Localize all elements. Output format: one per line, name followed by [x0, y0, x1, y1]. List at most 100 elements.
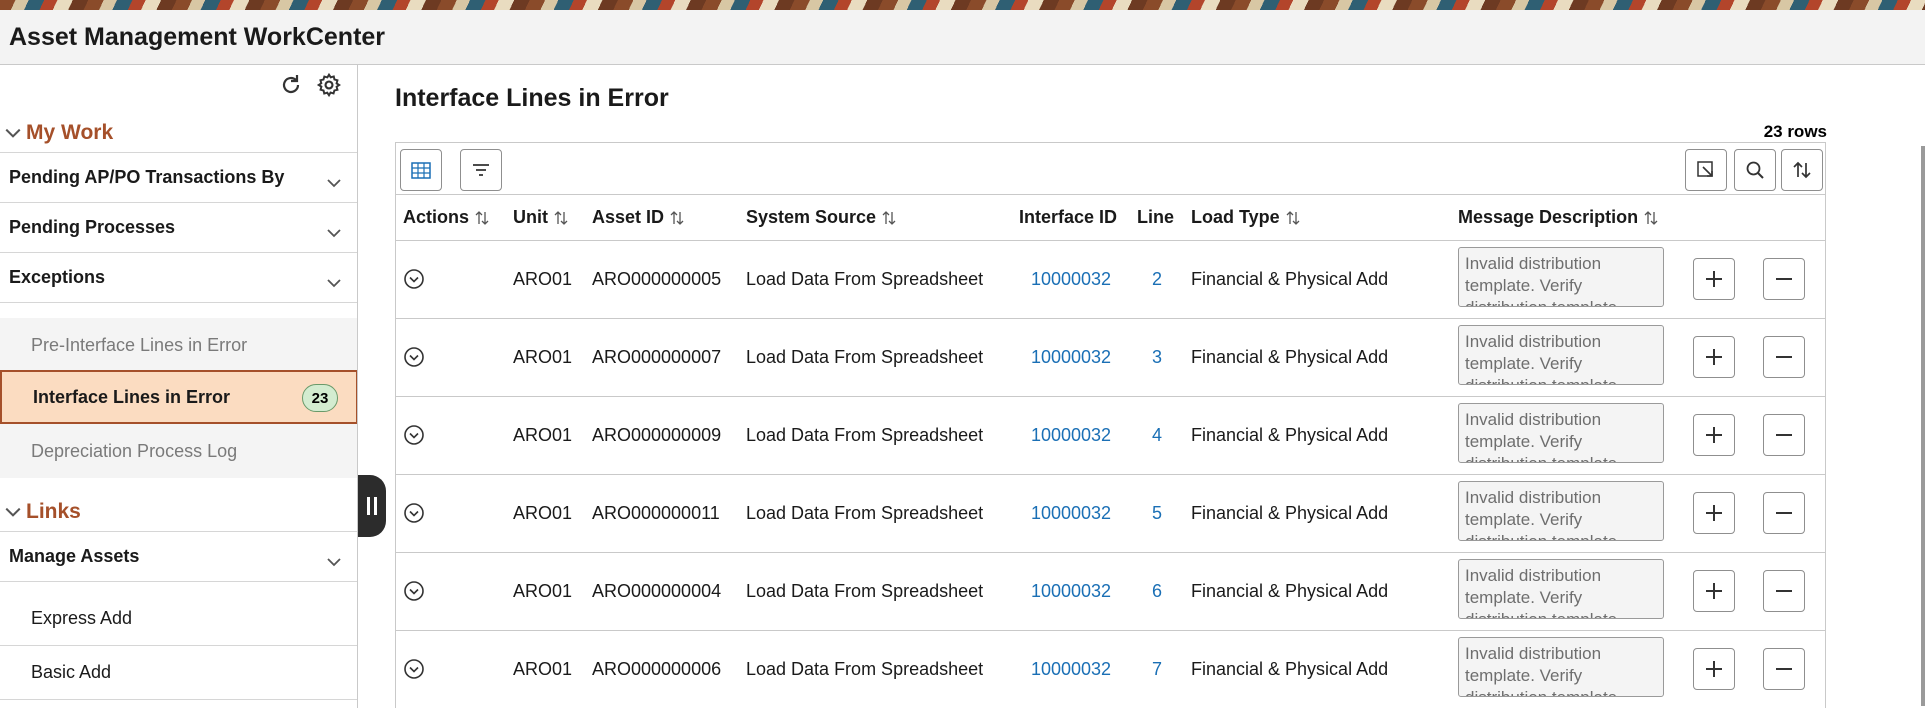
cell-load-type: Financial & Physical Add — [1184, 630, 1451, 708]
section-label: My Work — [26, 120, 114, 144]
col-message-description[interactable]: Message Description — [1451, 195, 1686, 241]
delete-row-button[interactable] — [1763, 570, 1805, 612]
col-interface-id: Interface ID — [1012, 195, 1130, 241]
sidebar-item-pre-interface-lines[interactable]: Pre-Interface Lines in Error — [0, 318, 357, 372]
table-row: ARO01 ARO000000004 Load Data From Spread… — [396, 552, 1825, 631]
delete-row-button[interactable] — [1763, 492, 1805, 534]
cell-asset-id: ARO000000007 — [585, 318, 739, 397]
cell-unit: ARO01 — [506, 240, 585, 319]
gear-icon[interactable] — [315, 71, 343, 99]
export-button[interactable] — [1685, 149, 1727, 191]
cell-load-type: Financial & Physical Add — [1184, 552, 1451, 631]
line-link[interactable]: 4 — [1152, 425, 1162, 445]
search-icon — [1746, 161, 1764, 179]
section-my-work[interactable]: My Work — [0, 113, 357, 153]
cell-system-source: Load Data From Spreadsheet — [739, 630, 1012, 708]
interface-id-link[interactable]: 10000032 — [1031, 269, 1111, 289]
message-description-field[interactable] — [1458, 558, 1664, 619]
results-grid: Actions Unit Asset ID System Source Inte… — [395, 142, 1826, 708]
group-exceptions[interactable]: Exceptions — [0, 253, 357, 303]
plus-icon — [1706, 427, 1722, 443]
line-link[interactable]: 5 — [1152, 503, 1162, 523]
line-link[interactable]: 6 — [1152, 581, 1162, 601]
cell-unit: ARO01 — [506, 552, 585, 631]
minus-icon — [1776, 434, 1792, 436]
interface-id-link[interactable]: 10000032 — [1031, 425, 1111, 445]
row-actions-icon[interactable] — [403, 502, 425, 524]
plus-icon — [1706, 505, 1722, 521]
sort-icon — [475, 211, 489, 225]
sidebar-item-basic-add[interactable]: Basic Add — [0, 646, 357, 700]
add-row-button[interactable] — [1693, 492, 1735, 534]
sidebar-item-express-add[interactable]: Express Add — [0, 592, 357, 646]
group-pending-processes[interactable]: Pending Processes — [0, 203, 357, 253]
table-row: ARO01 ARO000000011 Load Data From Spread… — [396, 474, 1825, 553]
line-link[interactable]: 7 — [1152, 659, 1162, 679]
section-label: Links — [26, 499, 81, 523]
cell-unit: ARO01 — [506, 318, 585, 397]
interface-id-link[interactable]: 10000032 — [1031, 581, 1111, 601]
sidebar-item-depreciation-log[interactable]: Depreciation Process Log — [0, 424, 357, 478]
cell-load-type: Financial & Physical Add — [1184, 396, 1451, 475]
message-description-field[interactable] — [1458, 324, 1664, 385]
add-row-button[interactable] — [1693, 258, 1735, 300]
message-description-field[interactable] — [1458, 246, 1664, 307]
row-actions-icon[interactable] — [403, 268, 425, 290]
col-unit[interactable]: Unit — [506, 195, 585, 241]
col-asset-id[interactable]: Asset ID — [585, 195, 739, 241]
row-actions-icon[interactable] — [403, 658, 425, 680]
chevron-down-icon — [5, 128, 21, 138]
section-links[interactable]: Links — [0, 492, 357, 532]
group-pending-ap-po[interactable]: Pending AP/PO Transactions By — [0, 153, 357, 203]
line-link[interactable]: 2 — [1152, 269, 1162, 289]
message-description-field[interactable] — [1458, 636, 1664, 697]
delete-row-button[interactable] — [1763, 258, 1805, 300]
delete-row-button[interactable] — [1763, 648, 1805, 690]
cell-load-type: Financial & Physical Add — [1184, 240, 1451, 319]
row-count: 23 rows — [1763, 122, 1827, 141]
row-actions-icon[interactable] — [403, 346, 425, 368]
add-row-button[interactable] — [1693, 570, 1735, 612]
interface-id-link[interactable]: 10000032 — [1031, 503, 1111, 523]
grid-toolbar — [396, 143, 1825, 195]
app-header: Asset Management WorkCenter — [0, 10, 1925, 65]
sort-button[interactable] — [1781, 149, 1823, 191]
row-actions-icon[interactable] — [403, 580, 425, 602]
add-row-button[interactable] — [1693, 336, 1735, 378]
col-load-type[interactable]: Load Type — [1184, 195, 1451, 241]
sidebar-item-interface-lines[interactable]: Interface Lines in Error 23 — [0, 370, 357, 424]
filter-button[interactable] — [460, 149, 502, 191]
interface-id-link[interactable]: 10000032 — [1031, 347, 1111, 367]
minus-icon — [1776, 356, 1792, 358]
cell-unit: ARO01 — [506, 396, 585, 475]
grid-view-button[interactable] — [400, 149, 442, 191]
group-manage-assets[interactable]: Manage Assets — [0, 532, 357, 582]
delete-row-button[interactable] — [1763, 336, 1805, 378]
main-content: Interface Lines in Error 23 rows Actions… — [359, 66, 1925, 708]
cell-load-type: Financial & Physical Add — [1184, 474, 1451, 553]
add-row-button[interactable] — [1693, 648, 1735, 690]
row-actions-icon[interactable] — [403, 424, 425, 446]
table-row: ARO01 ARO000000006 Load Data From Spread… — [396, 630, 1825, 708]
sort-icon — [670, 211, 684, 225]
cell-asset-id: ARO000000009 — [585, 396, 739, 475]
message-description-field[interactable] — [1458, 402, 1664, 463]
add-row-button[interactable] — [1693, 414, 1735, 456]
interface-id-link[interactable]: 10000032 — [1031, 659, 1111, 679]
cell-system-source: Load Data From Spreadsheet — [739, 552, 1012, 631]
search-button[interactable] — [1734, 149, 1776, 191]
delete-row-button[interactable] — [1763, 414, 1805, 456]
sort-icon — [1286, 211, 1300, 225]
chevron-down-icon — [327, 229, 341, 238]
col-system-source[interactable]: System Source — [739, 195, 1012, 241]
vertical-scrollbar[interactable] — [1921, 146, 1925, 706]
cell-unit: ARO01 — [506, 474, 585, 553]
col-line: Line — [1130, 195, 1184, 241]
line-link[interactable]: 3 — [1152, 347, 1162, 367]
cell-asset-id: ARO000000006 — [585, 630, 739, 708]
col-actions[interactable]: Actions — [396, 195, 506, 241]
message-description-field[interactable] — [1458, 480, 1664, 541]
page-title: Interface Lines in Error — [395, 84, 669, 112]
refresh-icon[interactable] — [277, 71, 305, 99]
plus-icon — [1706, 271, 1722, 287]
